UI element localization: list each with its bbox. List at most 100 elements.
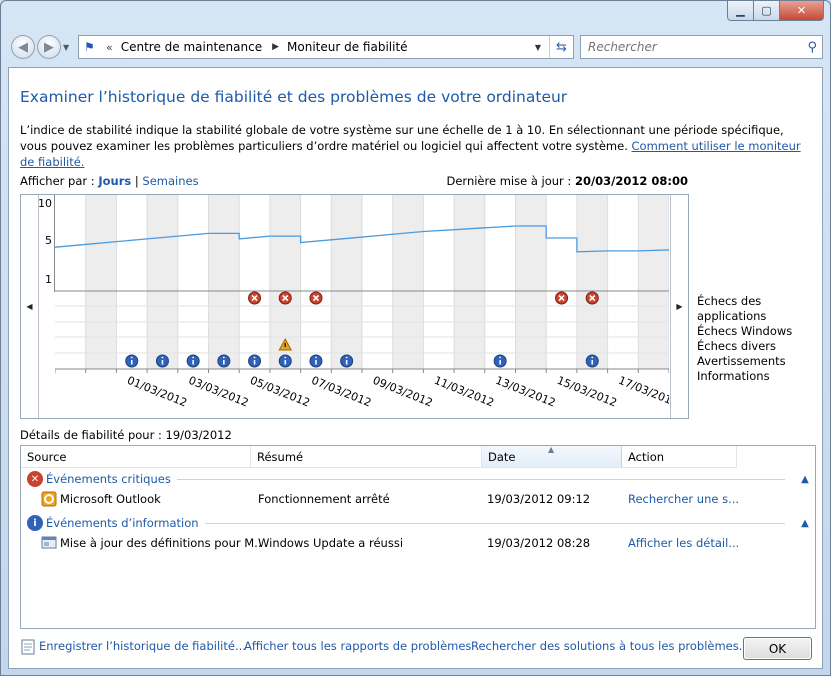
- y-tick-label: 10: [38, 197, 52, 210]
- info-dot: [161, 356, 164, 359]
- legend-application-failures: Échecs des applications: [697, 294, 767, 323]
- column-shade: [454, 195, 485, 369]
- group-critical-events[interactable]: ✕ Événements critiques ▲: [21, 469, 815, 489]
- table-row[interactable]: Mise à jour des définitions pour M... Wi…: [21, 533, 815, 553]
- y-tick-label: 5: [45, 234, 52, 247]
- address-overflow-chevron[interactable]: «: [106, 41, 113, 54]
- legend-misc-failures: Échecs divers: [697, 339, 777, 353]
- view-weeks-link[interactable]: Semaines: [142, 174, 198, 188]
- column-header-date-label: Date: [488, 450, 516, 464]
- info-dot: [591, 356, 594, 359]
- arrow-left-icon: ◀: [26, 302, 33, 311]
- view-days-link[interactable]: Jours: [98, 174, 131, 188]
- address-dropdown-icon[interactable]: ▼: [527, 43, 549, 52]
- save-history-icon: [21, 639, 35, 655]
- refresh-icon[interactable]: ⇆: [549, 36, 573, 58]
- x-tick-label: 09/03/2012: [371, 374, 435, 410]
- column-shade: [576, 195, 608, 369]
- reliability-monitor-window: ▁ ▢ ✕ ◀ ▶ ▼ ⚑ « Centre de maintenance ▶ …: [0, 0, 831, 676]
- info-dot: [284, 356, 287, 359]
- info-dot: [345, 356, 348, 359]
- last-updated: Dernière mise à jour : 20/03/2012 08:00: [446, 174, 688, 188]
- cell-summary: Windows Update a réussi: [258, 536, 404, 550]
- column-shade: [85, 195, 117, 369]
- page-title: Examiner l’historique de fiabilité et de…: [20, 88, 568, 106]
- breadcrumb-action-center[interactable]: Centre de maintenance: [121, 40, 262, 54]
- arrow-right-icon: ▶: [44, 39, 54, 55]
- legend-windows-failures: Échecs Windows: [697, 324, 793, 338]
- cell-action-link[interactable]: Afficher les détail...: [628, 536, 738, 550]
- search-icon[interactable]: ⚲: [807, 40, 817, 55]
- view-by-label: Afficher par :: [20, 174, 99, 188]
- outlook-icon: [41, 491, 57, 507]
- legend-warnings: Avertissements: [697, 354, 786, 368]
- info-icon: i: [27, 515, 43, 531]
- x-tick-label: 15/03/2012: [555, 374, 619, 410]
- address-bar[interactable]: ⚑ « Centre de maintenance ▶ Moniteur de …: [78, 35, 574, 59]
- group-divider: [176, 478, 785, 480]
- x-tick-label: 13/03/2012: [494, 374, 558, 410]
- x-tick-label: 07/03/2012: [309, 374, 373, 410]
- caption-buttons: ▁ ▢ ✕: [727, 1, 824, 21]
- x-tick-label: 01/03/2012: [125, 374, 189, 410]
- collapse-icon[interactable]: ▲: [795, 474, 815, 485]
- column-header-action[interactable]: Action: [622, 446, 737, 468]
- info-dot: [253, 356, 256, 359]
- stability-y-axis: 10 5 1: [38, 195, 55, 292]
- reliability-chart[interactable]: ◀ 10 5 1 01/03/2012 03/03/2012 05/03/2012 0…: [20, 194, 689, 419]
- last-updated-value: 20/03/2012 08:00: [574, 174, 688, 188]
- arrow-right-icon: ▶: [676, 302, 683, 311]
- x-tick-label: 03/03/2012: [187, 374, 251, 410]
- column-header-summary[interactable]: Résumé: [251, 446, 482, 468]
- windows-update-icon: [41, 536, 57, 549]
- info-dot: [130, 356, 133, 359]
- search-input[interactable]: [588, 40, 788, 54]
- recent-pages-dropdown[interactable]: ▼: [63, 43, 69, 52]
- minimize-button[interactable]: ▁: [727, 1, 754, 21]
- maximize-button[interactable]: ▢: [754, 1, 780, 21]
- table-row[interactable]: Microsoft Outlook Fonctionnement arrêté …: [21, 489, 815, 509]
- last-updated-label: Dernière mise à jour :: [446, 174, 575, 188]
- group-title: Événements critiques: [46, 472, 171, 486]
- column-shade: [147, 195, 178, 369]
- check-solutions-link[interactable]: Rechercher des solutions à tous les prob…: [471, 639, 750, 653]
- close-button[interactable]: ✕: [780, 1, 824, 21]
- collapse-icon[interactable]: ▲: [795, 518, 815, 529]
- details-label: Détails de fiabilité pour : 19/03/2012: [20, 428, 232, 442]
- sort-ascending-icon: ▲: [548, 445, 555, 454]
- breadcrumb-separator-icon[interactable]: ▶: [272, 42, 279, 52]
- footer: Enregistrer l’historique de fiabilité...…: [9, 630, 822, 668]
- error-icon: ✕: [27, 471, 43, 487]
- column-header-date[interactable]: ▲ Date: [482, 445, 622, 468]
- reliability-details-grid: Source Résumé ▲ Date Action ✕ Événements…: [20, 445, 816, 629]
- page-description: L’indice de stabilité indique la stabili…: [20, 122, 810, 170]
- search-box[interactable]: ⚲: [580, 35, 823, 59]
- chart-scroll-left-button[interactable]: ◀: [21, 195, 39, 418]
- forward-button[interactable]: ▶: [37, 35, 61, 59]
- cell-source: Microsoft Outlook: [60, 492, 161, 506]
- stability-chart-plot[interactable]: 01/03/201203/03/201205/03/201207/03/2012…: [55, 195, 669, 418]
- group-divider: [204, 522, 785, 524]
- chart-scroll-right-button[interactable]: ▶: [670, 195, 688, 418]
- save-history-link[interactable]: Enregistrer l’historique de fiabilité...: [39, 639, 246, 653]
- breadcrumb-reliability-monitor[interactable]: Moniteur de fiabilité: [287, 40, 408, 54]
- column-shade: [208, 195, 240, 369]
- view-separator: |: [131, 174, 143, 188]
- cell-action-link[interactable]: Rechercher une s...: [628, 492, 738, 506]
- ok-button[interactable]: OK: [743, 637, 812, 660]
- arrow-left-icon: ◀: [18, 39, 28, 55]
- column-header-source[interactable]: Source: [21, 446, 251, 468]
- chart-legend: Échecs des applications Échecs Windows É…: [697, 294, 822, 384]
- cell-source: Mise à jour des définitions pour M...: [60, 536, 260, 550]
- info-dot: [315, 356, 317, 359]
- cell-date: 19/03/2012 09:12: [487, 492, 591, 506]
- cell-summary: Fonctionnement arrêté: [258, 492, 390, 506]
- content-pane: Examiner l’historique de fiabilité et de…: [8, 67, 823, 669]
- info-dot: [222, 356, 225, 359]
- column-shade: [392, 195, 424, 369]
- view-all-reports-link[interactable]: Afficher tous les rapports de problèmes: [244, 639, 471, 653]
- group-information-events[interactable]: i Événements d’information ▲: [21, 513, 815, 533]
- legend-information: Informations: [697, 369, 770, 383]
- x-tick-label: 17/03/2012: [616, 374, 669, 410]
- back-button[interactable]: ◀: [11, 35, 35, 59]
